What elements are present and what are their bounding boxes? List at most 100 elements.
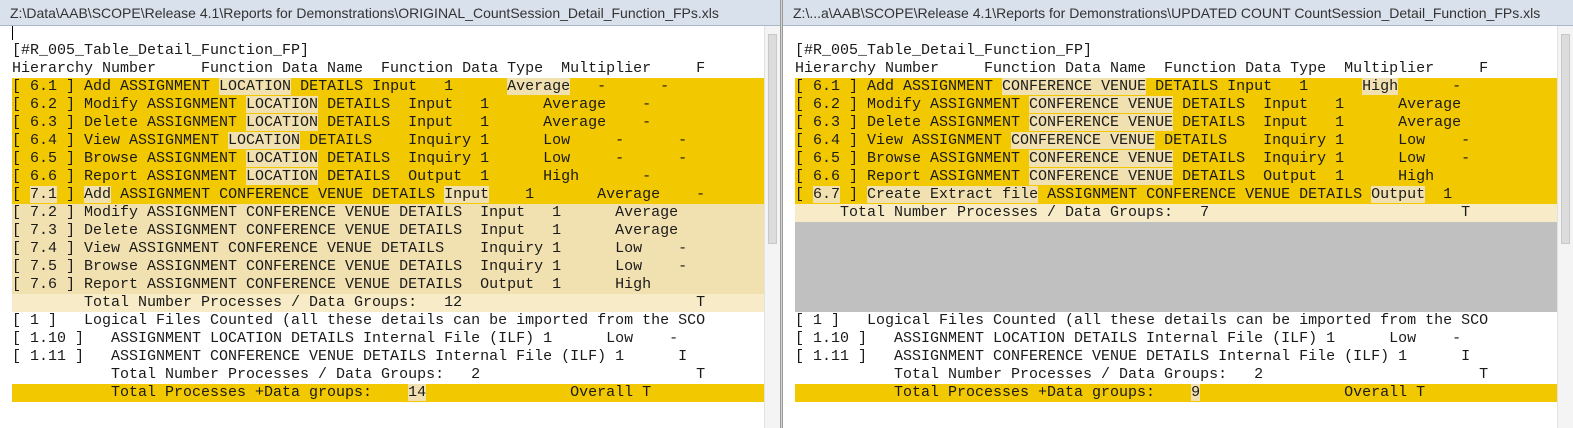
line-segment: DETAILS Input 1 [291, 78, 508, 95]
report-line[interactable]: Total Processes +Data groups: 14 Overall… [12, 384, 764, 402]
report-line[interactable]: Total Number Processes / Data Groups: 12… [12, 294, 764, 312]
line-segment: [ 6.2 ] Modify ASSIGNMENT [795, 96, 1030, 113]
diff-highlight: Average [507, 78, 571, 95]
report-line[interactable]: Hierarchy Number Function Data Name Func… [795, 60, 1557, 78]
diff-highlight: LOCATION [228, 132, 301, 149]
report-line[interactable]: Total Number Processes / Data Groups: 7 … [795, 204, 1557, 222]
line-segment: DETAILS Input 1 Average [1173, 96, 1462, 113]
left-compare-pane[interactable]: Z:\Data\AAB\SCOPE\Release 4.1\Reports fo… [0, 0, 780, 428]
line-segment: [ 6.5 ] Browse ASSIGNMENT [12, 150, 247, 167]
line-segment: DETAILS Inquiry 1 Low - - [300, 132, 688, 149]
right-document-content[interactable]: [#R_005_Table_Detail_Function_FP] Hierarc… [795, 26, 1573, 428]
report-line[interactable]: [ 7.4 ] View ASSIGNMENT CONFERENCE VENUE… [12, 240, 764, 258]
report-line[interactable]: [ 6.4 ] View ASSIGNMENT CONFERENCE VENUE… [795, 132, 1557, 150]
report-line[interactable]: [ 7.2 ] Modify ASSIGNMENT CONFERENCE VEN… [12, 204, 764, 222]
line-segment: [ 6.3 ] Delete ASSIGNMENT [12, 114, 247, 131]
right-vertical-scrollbar[interactable] [1557, 26, 1573, 428]
diff-highlight: Add [84, 186, 112, 203]
diff-highlight: CONFERENCE VENUE [1029, 168, 1174, 185]
line-segment: ] [57, 186, 85, 203]
diff-highlight: LOCATION [246, 168, 319, 185]
diff-highlight: CONFERENCE VENUE [1029, 114, 1174, 131]
diff-highlight: 6.7 [813, 186, 841, 203]
line-segment: [ 6.4 ] View ASSIGNMENT [795, 132, 1012, 149]
line-segment: DETAILS Input 1 Average [1173, 114, 1462, 131]
report-line[interactable]: Total Processes +Data groups: 9 Overall … [795, 384, 1557, 402]
report-line[interactable]: [ 1.10 ] ASSIGNMENT LOCATION DETAILS Int… [795, 330, 1557, 348]
diff-highlight: LOCATION [219, 78, 292, 95]
report-line[interactable]: [ 1.10 ] ASSIGNMENT LOCATION DETAILS Int… [12, 330, 764, 348]
diff-highlight: 9 [1191, 384, 1201, 401]
report-line[interactable]: [ 6.1 ] Add ASSIGNMENT LOCATION DETAILS … [12, 78, 764, 96]
line-segment: 1 Average - [489, 186, 706, 203]
report-line[interactable]: [ 6.1 ] Add ASSIGNMENT CONFERENCE VENUE … [795, 78, 1557, 96]
line-segment: DETAILS Input 1 Average - [318, 114, 652, 131]
line-segment: ] [840, 186, 868, 203]
left-file-title: Z:\Data\AAB\SCOPE\Release 4.1\Reports fo… [0, 0, 780, 26]
line-segment: Total Processes +Data groups: [795, 384, 1192, 401]
diff-highlight: 14 [408, 384, 427, 401]
report-line[interactable]: [ 1.11 ] ASSIGNMENT CONFERENCE VENUE DET… [12, 348, 764, 366]
diff-highlight: LOCATION [246, 150, 319, 167]
line-segment: DETAILS Output 1 High - [318, 168, 652, 185]
report-line[interactable]: [ 7.1 ] Add ASSIGNMENT CONFERENCE VENUE … [12, 186, 764, 204]
line-segment: [ 6.4 ] View ASSIGNMENT [12, 132, 229, 149]
report-line[interactable]: [ 7.6 ] Report ASSIGNMENT CONFERENCE VEN… [12, 276, 764, 294]
report-line[interactable]: [#R_005_Table_Detail_Function_FP] [12, 42, 764, 60]
report-line[interactable]: [ 6.6 ] Report ASSIGNMENT LOCATION DETAI… [12, 168, 764, 186]
line-segment: DETAILS Inquiry 1 Low - [1155, 132, 1471, 149]
report-line[interactable]: [ 6.7 ] Create Extract file ASSIGNMENT C… [795, 186, 1557, 204]
report-line[interactable]: [ 6.2 ] Modify ASSIGNMENT CONFERENCE VEN… [795, 96, 1557, 114]
line-segment: 1 [1425, 186, 1453, 203]
line-segment: - [1398, 78, 1462, 95]
report-line[interactable]: Total Number Processes / Data Groups: 2 … [12, 366, 764, 384]
line-segment: [ [12, 186, 31, 203]
report-line[interactable]: [ 1 ] Logical Files Counted (all these d… [795, 312, 1557, 330]
line-segment: DETAILS Inquiry 1 Low - [1173, 150, 1471, 167]
report-line[interactable]: [ 6.5 ] Browse ASSIGNMENT LOCATION DETAI… [12, 150, 764, 168]
diff-highlight: CONFERENCE VENUE [1029, 150, 1174, 167]
line-segment: DETAILS Inquiry 1 Low - - [318, 150, 688, 167]
left-document-content[interactable]: [#R_005_Table_Detail_Function_FP] Hierarc… [12, 26, 780, 428]
report-line[interactable]: [ 6.6 ] Report ASSIGNMENT CONFERENCE VEN… [795, 168, 1557, 186]
right-file-title: Z:\...a\AAB\SCOPE\Release 4.1\Reports fo… [783, 0, 1573, 26]
line-segment: Overall T [426, 384, 652, 401]
left-vertical-scrollbar[interactable] [764, 26, 780, 428]
right-compare-pane[interactable]: Z:\...a\AAB\SCOPE\Release 4.1\Reports fo… [783, 0, 1573, 428]
diff-highlight: High [1362, 78, 1399, 95]
diff-highlight: Output [1371, 186, 1426, 203]
line-segment: [ 6.6 ] Report ASSIGNMENT [12, 168, 247, 185]
report-line[interactable]: [ 6.3 ] Delete ASSIGNMENT CONFERENCE VEN… [795, 114, 1557, 132]
diff-highlight: Create Extract file [867, 186, 1039, 203]
right-scroll-thumb[interactable] [1561, 34, 1570, 244]
line-segment: DETAILS Input 1 Average - [318, 96, 652, 113]
line-segment: [ [795, 186, 814, 203]
line-segment: DETAILS Output 1 High [1173, 168, 1435, 185]
diff-highlight: CONFERENCE VENUE [1029, 96, 1174, 113]
report-line[interactable]: Total Number Processes / Data Groups: 2 … [795, 366, 1557, 384]
diff-highlight: CONFERENCE VENUE [1011, 132, 1156, 149]
diff-highlight: LOCATION [246, 96, 319, 113]
report-line[interactable]: [ 6.5 ] Browse ASSIGNMENT CONFERENCE VEN… [795, 150, 1557, 168]
report-line[interactable]: Hierarchy Number Function Data Name Func… [12, 60, 764, 78]
report-line[interactable]: [ 6.3 ] Delete ASSIGNMENT LOCATION DETAI… [12, 114, 764, 132]
line-segment: Overall T [1200, 384, 1426, 401]
line-segment: ASSIGNMENT CONFERENCE VENUE DETAILS [111, 186, 445, 203]
diff-highlight: Input [444, 186, 490, 203]
text-caret [12, 26, 13, 40]
report-line[interactable]: [ 6.4 ] View ASSIGNMENT LOCATION DETAILS… [12, 132, 764, 150]
diff-highlight: 7.1 [30, 186, 58, 203]
report-line[interactable]: [ 7.5 ] Browse ASSIGNMENT CONFERENCE VEN… [12, 258, 764, 276]
report-line[interactable]: [ 6.2 ] Modify ASSIGNMENT LOCATION DETAI… [12, 96, 764, 114]
line-segment: ASSIGNMENT CONFERENCE VENUE DETAILS [1038, 186, 1372, 203]
report-line[interactable]: [ 7.3 ] Delete ASSIGNMENT CONFERENCE VEN… [12, 222, 764, 240]
line-segment: [ 6.1 ] Add ASSIGNMENT [12, 78, 220, 95]
line-segment: [ 6.2 ] Modify ASSIGNMENT [12, 96, 247, 113]
report-line[interactable]: [#R_005_Table_Detail_Function_FP] [795, 42, 1557, 60]
report-line[interactable]: [ 1.11 ] ASSIGNMENT CONFERENCE VENUE DET… [795, 348, 1557, 366]
line-segment: DETAILS Input 1 [1146, 78, 1363, 95]
left-scroll-thumb[interactable] [768, 34, 777, 244]
report-line[interactable]: [ 1 ] Logical Files Counted (all these d… [12, 312, 764, 330]
line-segment: [ 6.1 ] Add ASSIGNMENT [795, 78, 1003, 95]
line-segment: [ 6.3 ] Delete ASSIGNMENT [795, 114, 1030, 131]
